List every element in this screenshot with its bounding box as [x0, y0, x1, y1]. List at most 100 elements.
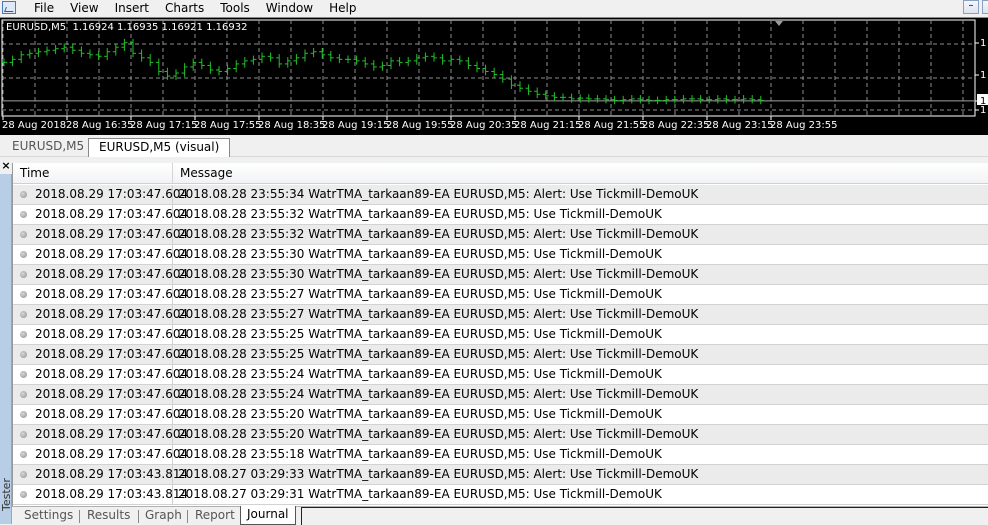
- table-row[interactable]: 2018.08.29 17:03:47.604 2018.08.28 23:55:…: [13, 205, 988, 225]
- row-time: 2018.08.29 17:03:47.604: [35, 187, 189, 201]
- log-status-icon: [20, 491, 27, 498]
- close-panel-icon[interactable]: ×: [0, 160, 12, 174]
- restore-button[interactable]: [982, 0, 988, 14]
- log-status-icon: [20, 391, 27, 398]
- row-message: 2018.08.28 23:55:20 WatrTMA_tarkaan89-EA…: [178, 407, 662, 421]
- table-row[interactable]: 2018.08.29 17:03:47.604 2018.08.28 23:55:…: [13, 385, 988, 405]
- menu-view[interactable]: View: [62, 1, 106, 15]
- row-time: 2018.08.29 17:03:43.814: [35, 487, 189, 501]
- menu-file[interactable]: File: [26, 1, 62, 15]
- price-tick-label: 1: [980, 38, 986, 49]
- log-status-icon: [20, 431, 27, 438]
- column-divider: [172, 345, 173, 365]
- table-row[interactable]: 2018.08.29 17:03:43.814 2018.08.27 03:29:…: [13, 465, 988, 485]
- table-row[interactable]: 2018.08.29 17:03:47.604 2018.08.28 23:55:…: [13, 305, 988, 325]
- menu-help[interactable]: Help: [321, 1, 364, 15]
- column-divider: [172, 325, 173, 345]
- column-message[interactable]: Message: [173, 163, 988, 184]
- time-tick-label: 28 Aug 23:55: [770, 120, 837, 131]
- time-tick-label: 28 Aug 22:35: [642, 120, 709, 131]
- column-divider: [172, 465, 173, 485]
- row-time: 2018.08.29 17:03:47.604: [35, 327, 189, 341]
- minimize-button[interactable]: –: [963, 0, 979, 14]
- table-row[interactable]: 2018.08.29 17:03:47.604 2018.08.28 23:55:…: [13, 445, 988, 465]
- menu-window[interactable]: Window: [258, 1, 321, 15]
- column-divider: [172, 385, 173, 405]
- tab-strip-fill: [301, 507, 988, 525]
- row-message: 2018.08.28 23:55:30 WatrTMA_tarkaan89-EA…: [178, 267, 699, 281]
- table-row[interactable]: 2018.08.29 17:03:47.604 2018.08.28 23:55:…: [13, 225, 988, 245]
- tab-separator: [79, 510, 80, 523]
- tab-settings[interactable]: Settings: [18, 507, 79, 525]
- tab-journal[interactable]: Journal: [240, 506, 296, 525]
- tab-results[interactable]: Results: [81, 507, 136, 525]
- tab-eurusd-m5[interactable]: EURUSD,M5: [2, 138, 94, 157]
- log-status-icon: [20, 371, 27, 378]
- tab-separator: [187, 510, 188, 523]
- chart-symbol: EURUSD,M5: [6, 22, 67, 33]
- table-row[interactable]: 2018.08.29 17:03:47.604 2018.08.28 23:55:…: [13, 345, 988, 365]
- row-message: 2018.08.27 03:29:33 WatrTMA_tarkaan89-EA…: [178, 467, 699, 481]
- log-status-icon: [20, 411, 27, 418]
- log-status-icon: [20, 331, 27, 338]
- table-row[interactable]: 2018.08.29 17:03:47.604 2018.08.28 23:55:…: [13, 405, 988, 425]
- chart-canvas: 28 Aug 2018 28 Aug 16:3528 Aug 17:15 28 Au…: [1, 19, 988, 131]
- column-divider: [172, 225, 173, 245]
- chart-ohlc-values: 1.16924 1.16935 1.16921 1.16932: [72, 22, 248, 33]
- log-status-icon: [20, 311, 27, 318]
- chart-shift-marker: [775, 21, 783, 26]
- tab-report[interactable]: Report: [189, 507, 241, 525]
- log-status-icon: [20, 471, 27, 478]
- column-divider: [172, 445, 173, 465]
- menu-charts[interactable]: Charts: [157, 1, 212, 15]
- table-row[interactable]: 2018.08.29 17:03:47.604 2018.08.28 23:55:…: [13, 265, 988, 285]
- time-tick-label: 28 Aug 16:35: [66, 120, 133, 131]
- table-row[interactable]: 2018.08.29 17:03:47.604 2018.08.28 23:55:…: [13, 325, 988, 345]
- table-row[interactable]: 2018.08.29 17:03:47.604 2018.08.28 23:55:…: [13, 285, 988, 305]
- menu-insert[interactable]: Insert: [107, 1, 157, 15]
- row-message: 2018.08.28 23:55:30 WatrTMA_tarkaan89-EA…: [178, 247, 662, 261]
- time-tick-label: 28 Aug 21:15: [514, 120, 581, 131]
- row-time: 2018.08.29 17:03:47.604: [35, 387, 189, 401]
- row-time: 2018.08.29 17:03:47.604: [35, 307, 189, 321]
- time-tick-label: 28 Aug 19:15: [322, 120, 389, 131]
- log-status-icon: [20, 451, 27, 458]
- column-time[interactable]: Time: [13, 163, 173, 184]
- chart-symbol-label: EURUSD,M5 1.16924 1.16935 1.16921 1.1693…: [6, 22, 247, 33]
- column-divider: [172, 205, 173, 225]
- menu-tools[interactable]: Tools: [212, 1, 258, 15]
- column-divider: [172, 365, 173, 385]
- column-divider: [172, 245, 173, 265]
- log-status-icon: [20, 351, 27, 358]
- column-divider: [172, 265, 173, 285]
- row-message: 2018.08.28 23:55:25 WatrTMA_tarkaan89-EA…: [178, 327, 662, 341]
- time-tick-label: 28 Aug 17:15: [130, 120, 197, 131]
- row-message: 2018.08.28 23:55:27 WatrTMA_tarkaan89-EA…: [178, 287, 662, 301]
- tab-graph[interactable]: Graph: [139, 507, 188, 525]
- row-time: 2018.08.29 17:03:47.604: [35, 447, 189, 461]
- row-message: 2018.08.27 03:29:31 WatrTMA_tarkaan89-EA…: [178, 487, 662, 501]
- log-status-icon: [20, 211, 27, 218]
- row-time: 2018.08.29 17:03:47.604: [35, 247, 189, 261]
- table-row[interactable]: 2018.08.29 17:03:43.814 2018.08.27 03:29:…: [13, 485, 988, 505]
- time-tick-label: 28 Aug 23:15: [706, 120, 773, 131]
- table-row[interactable]: 2018.08.29 17:03:47.604 2018.08.28 23:55:…: [13, 185, 988, 205]
- table-row[interactable]: 2018.08.29 17:03:47.604 2018.08.28 23:55:…: [13, 245, 988, 265]
- time-tick-label: 28 Aug 21:55: [578, 120, 645, 131]
- row-message: 2018.08.28 23:55:27 WatrTMA_tarkaan89-EA…: [178, 307, 699, 321]
- price-chart[interactable]: 28 Aug 2018 28 Aug 16:35 28 Aug 17:15 28 Au…: [0, 17, 988, 135]
- tester-tabs: Settings Results Graph Report Journal: [12, 506, 988, 525]
- row-message: 2018.08.28 23:55:32 WatrTMA_tarkaan89-EA…: [178, 227, 699, 241]
- row-time: 2018.08.29 17:03:47.604: [35, 427, 189, 441]
- time-tick-label: 28 Aug 20:35: [450, 120, 517, 131]
- row-time: 2018.08.29 17:03:47.604: [35, 367, 189, 381]
- table-row[interactable]: 2018.08.29 17:03:47.604 2018.08.28 23:55:…: [13, 425, 988, 445]
- price-tick-label: 1: [980, 105, 986, 116]
- time-tick-label: 28 Aug 2018: [2, 120, 66, 131]
- tab-eurusd-m5-visual[interactable]: EURUSD,M5 (visual): [88, 138, 231, 157]
- row-message: 2018.08.28 23:55:24 WatrTMA_tarkaan89-EA…: [178, 387, 699, 401]
- log-status-icon: [20, 191, 27, 198]
- row-message: 2018.08.28 23:55:32 WatrTMA_tarkaan89-EA…: [178, 207, 662, 221]
- table-row[interactable]: 2018.08.29 17:03:47.604 2018.08.28 23:55:…: [13, 365, 988, 385]
- log-status-icon: [20, 291, 27, 298]
